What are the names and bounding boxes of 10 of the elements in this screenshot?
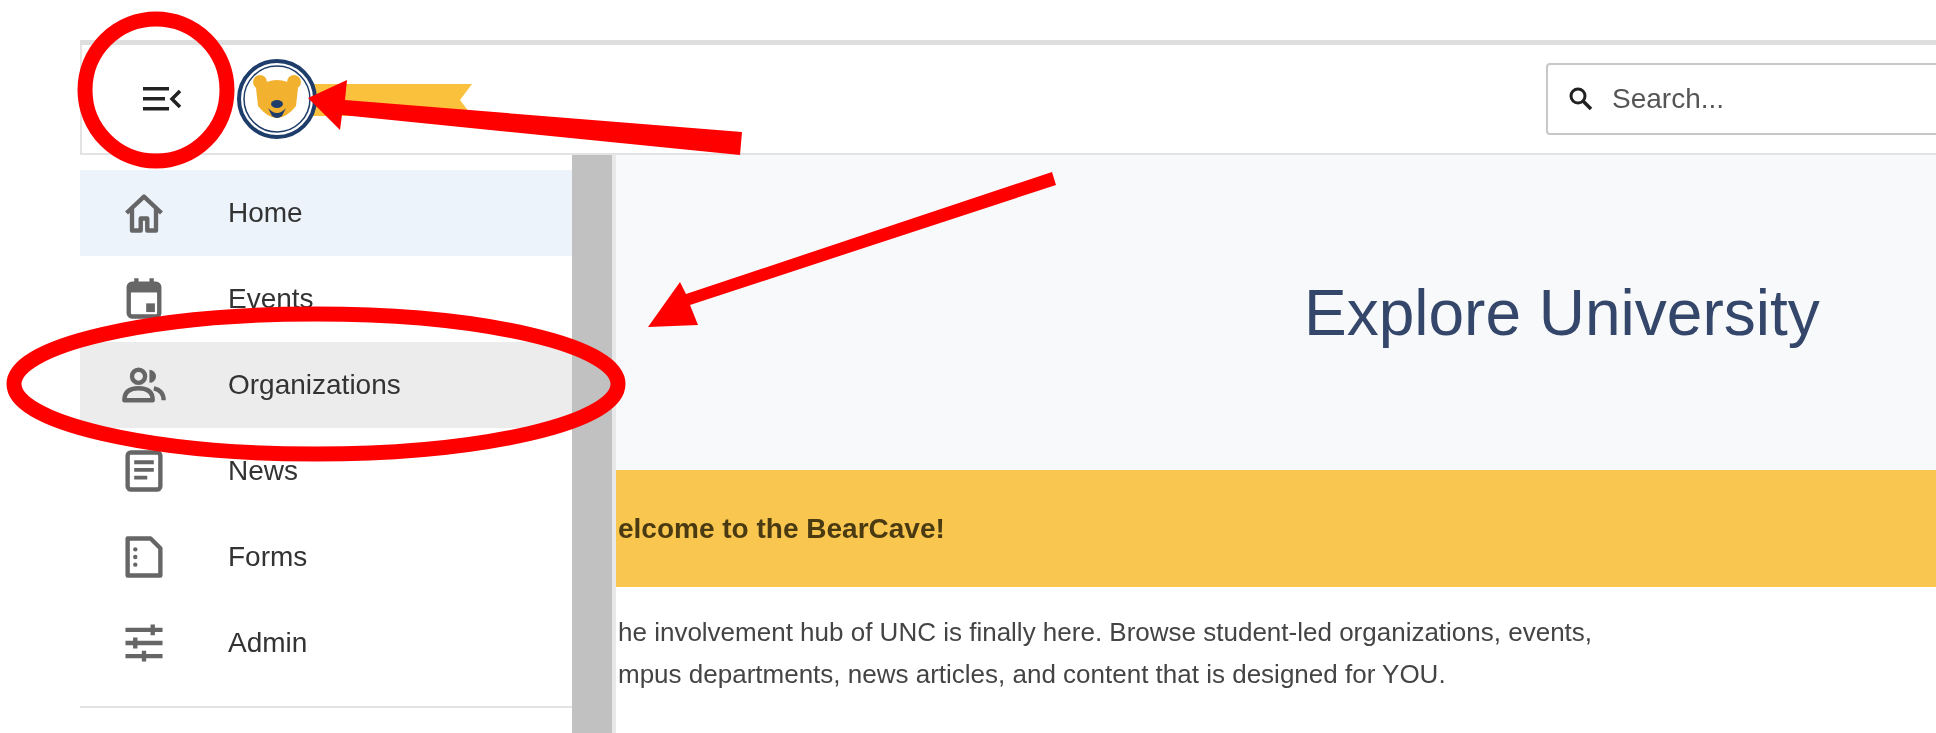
welcome-heading: elcome to the BearCave! — [618, 512, 945, 545]
search-field[interactable]: Search... — [1546, 63, 1936, 135]
menu-collapse-icon — [141, 84, 183, 114]
sidebar-item[interactable]: Home — [80, 170, 572, 256]
intro-text: mpus departments, news articles, and content that is designed for YOU. — [618, 658, 1447, 691]
scrollbar[interactable] — [572, 155, 616, 733]
search-icon — [1568, 86, 1594, 112]
sidebar-item[interactable]: Organizations — [80, 342, 572, 428]
hero-title: Explore University — [1304, 275, 1820, 350]
intro-text: he involvement hub of UNC is finally here. Browse student-led organizations, events, — [618, 616, 1594, 649]
